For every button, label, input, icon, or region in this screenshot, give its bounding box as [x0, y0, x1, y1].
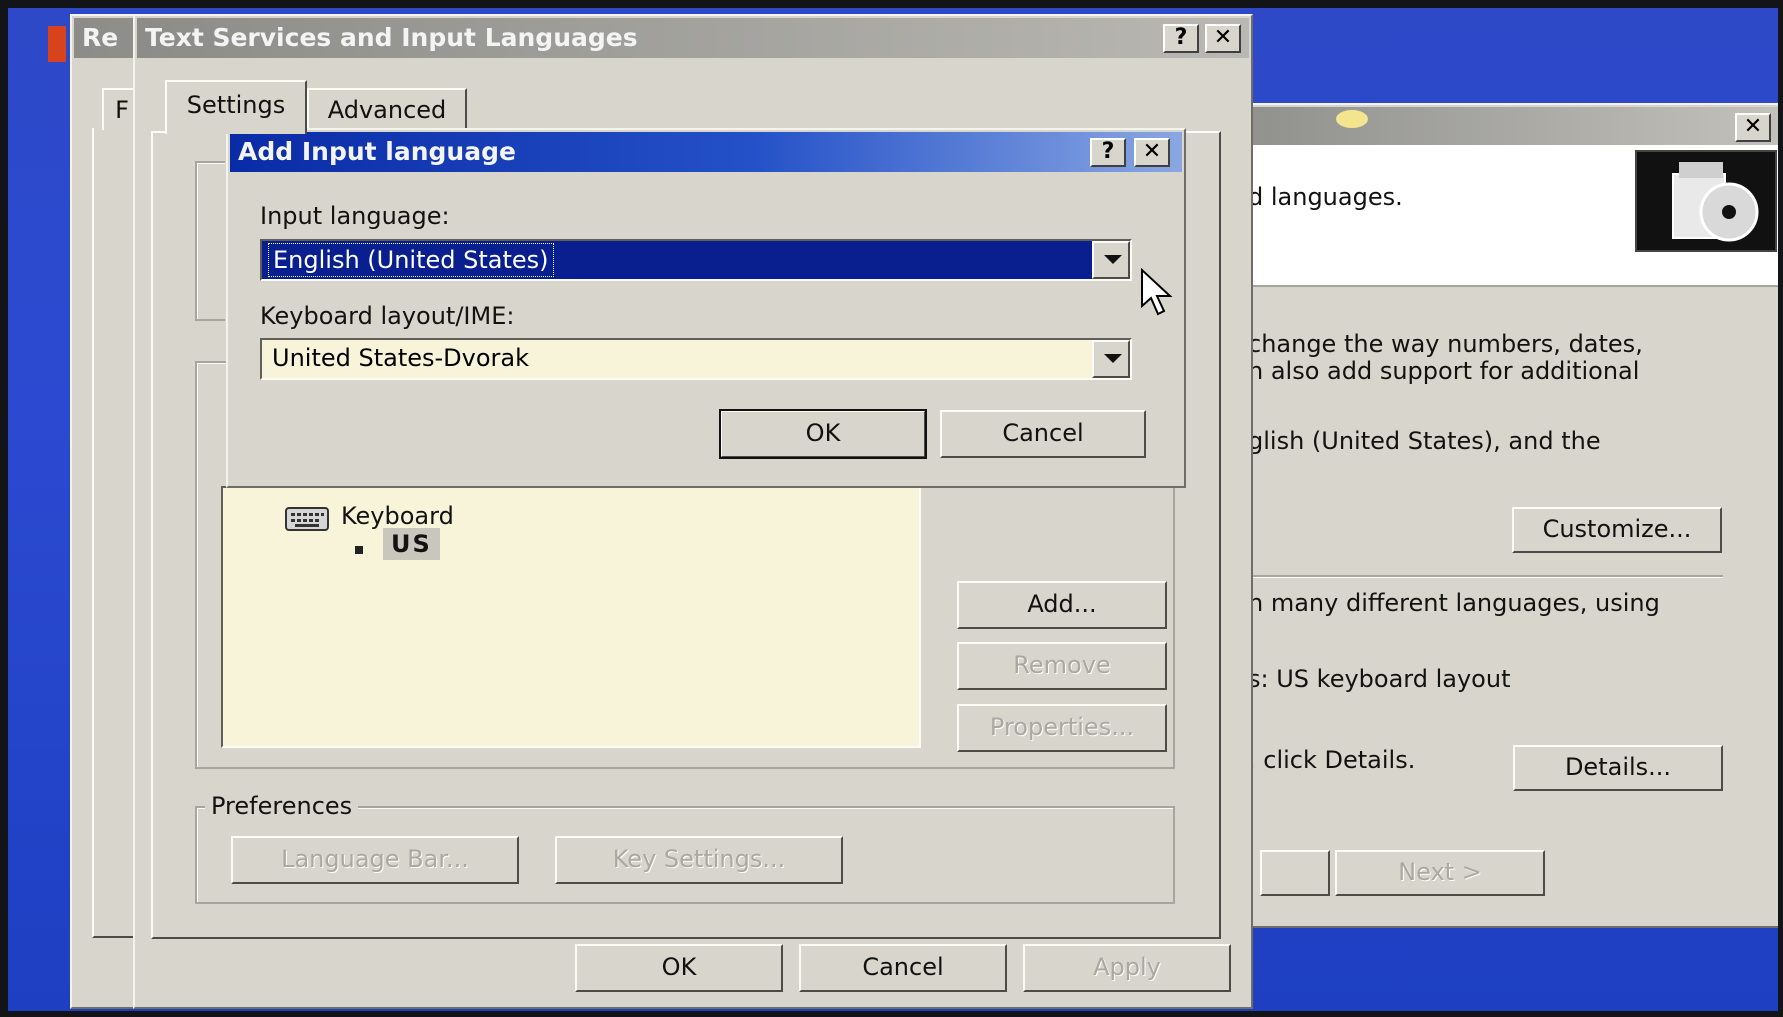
add-button[interactable]: Add... [957, 581, 1167, 629]
tab-advanced-label: Advanced [327, 96, 447, 124]
tab-advanced[interactable]: Advanced [307, 88, 467, 130]
tray-light [1336, 110, 1368, 128]
list-bullet [355, 546, 363, 554]
keyboard-layout-value: United States-Dvorak [272, 344, 530, 372]
add-input-language-titlebar: Add Input language ? ✕ [230, 132, 1182, 172]
cancel-button[interactable]: Cancel [799, 944, 1007, 992]
desktop: ✕ d languages. change the way numbers, d… [8, 8, 1778, 1011]
cancel-button-label: Cancel [862, 953, 944, 981]
customize-button[interactable]: Customize... [1512, 507, 1722, 553]
keyboard-item-us[interactable]: US [383, 528, 440, 560]
add-dialog-cancel-label: Cancel [1002, 419, 1084, 447]
key-settings-button-label: Key Settings... [612, 845, 786, 873]
installed-services-list[interactable]: Keyboard US [221, 486, 921, 748]
language-bar-button[interactable]: Language Bar... [231, 836, 519, 884]
details-button[interactable]: Details... [1513, 745, 1723, 791]
add-input-language-title: Add Input language [238, 137, 516, 166]
regional-title: Re [82, 23, 119, 52]
wizard-intro-text: d languages. [1248, 183, 1403, 211]
add-input-language-dialog: Add Input language ? ✕ Input language: E… [226, 128, 1186, 488]
remove-button[interactable]: Remove [957, 642, 1167, 690]
add-dialog-help-button[interactable]: ? [1090, 138, 1126, 167]
next-button-label: Next > [1398, 858, 1482, 886]
add-dialog-ok-label: OK [805, 419, 841, 447]
wizard-para5: . click Details. [1248, 746, 1416, 774]
wizard-para1-line2: n also add support for additional [1248, 357, 1640, 385]
wizard-para2: glish (United States), and the [1248, 427, 1601, 455]
back-button[interactable] [1260, 850, 1330, 896]
wizard-header: d languages. [1230, 145, 1778, 287]
key-settings-button[interactable]: Key Settings... [555, 836, 843, 884]
wizard-dialog: ✕ d languages. change the way numbers, d… [1228, 103, 1778, 928]
ok-button[interactable]: OK [575, 944, 783, 992]
ok-button-label: OK [661, 953, 697, 981]
keyboard-layout-label: Keyboard layout/IME: [260, 302, 515, 330]
taskbar-sliver [48, 26, 66, 62]
wizard-para1-line1: change the way numbers, dates, [1248, 330, 1643, 358]
wizard-close-button[interactable]: ✕ [1735, 113, 1771, 142]
properties-button[interactable]: Properties... [957, 704, 1167, 752]
customize-button-label: Customize... [1542, 515, 1692, 543]
regional-tab-label: F [115, 96, 129, 124]
language-bar-button-label: Language Bar... [281, 845, 469, 873]
keyboard-label: Keyboard [341, 502, 454, 530]
tab-settings[interactable]: Settings [165, 80, 307, 134]
text-services-title: Text Services and Input Languages [145, 23, 638, 52]
details-button-label: Details... [1564, 753, 1672, 781]
input-language-label: Input language: [260, 202, 450, 230]
remove-button-label: Remove [1013, 651, 1111, 679]
text-services-close-button[interactable]: ✕ [1205, 24, 1241, 53]
apply-button[interactable]: Apply [1023, 944, 1231, 992]
wizard-para3: n many different languages, using [1248, 589, 1660, 617]
input-language-value: English (United States) [268, 243, 554, 277]
add-dialog-close-button[interactable]: ✕ [1134, 138, 1170, 167]
text-services-help-button[interactable]: ? [1163, 24, 1199, 53]
add-dialog-ok-button[interactable]: OK [719, 409, 927, 459]
next-button[interactable]: Next > [1335, 850, 1545, 896]
install-disk-icon [1635, 150, 1777, 252]
properties-button-label: Properties... [989, 713, 1135, 741]
keyboard-icon [285, 504, 329, 536]
keyboard-layout-combo[interactable]: United States-Dvorak [260, 338, 1132, 380]
preferences-label: Preferences [205, 792, 359, 820]
mouse-cursor-icon [1140, 267, 1176, 322]
default-language-group [195, 161, 225, 321]
apply-button-label: Apply [1093, 953, 1161, 981]
keyboard-layout-dropdown-arrow[interactable] [1092, 340, 1130, 378]
wizard-divider [1248, 575, 1723, 578]
input-language-dropdown-arrow[interactable] [1092, 241, 1130, 279]
text-services-titlebar: Text Services and Input Languages ? ✕ [137, 18, 1249, 58]
tab-settings-label: Settings [186, 91, 286, 119]
wizard-para4: s: US keyboard layout [1248, 665, 1511, 693]
wizard-titlebar: ✕ [1232, 107, 1778, 147]
add-dialog-cancel-button[interactable]: Cancel [940, 410, 1146, 458]
input-language-combo[interactable]: English (United States) [260, 239, 1132, 281]
add-button-label: Add... [1027, 590, 1097, 618]
